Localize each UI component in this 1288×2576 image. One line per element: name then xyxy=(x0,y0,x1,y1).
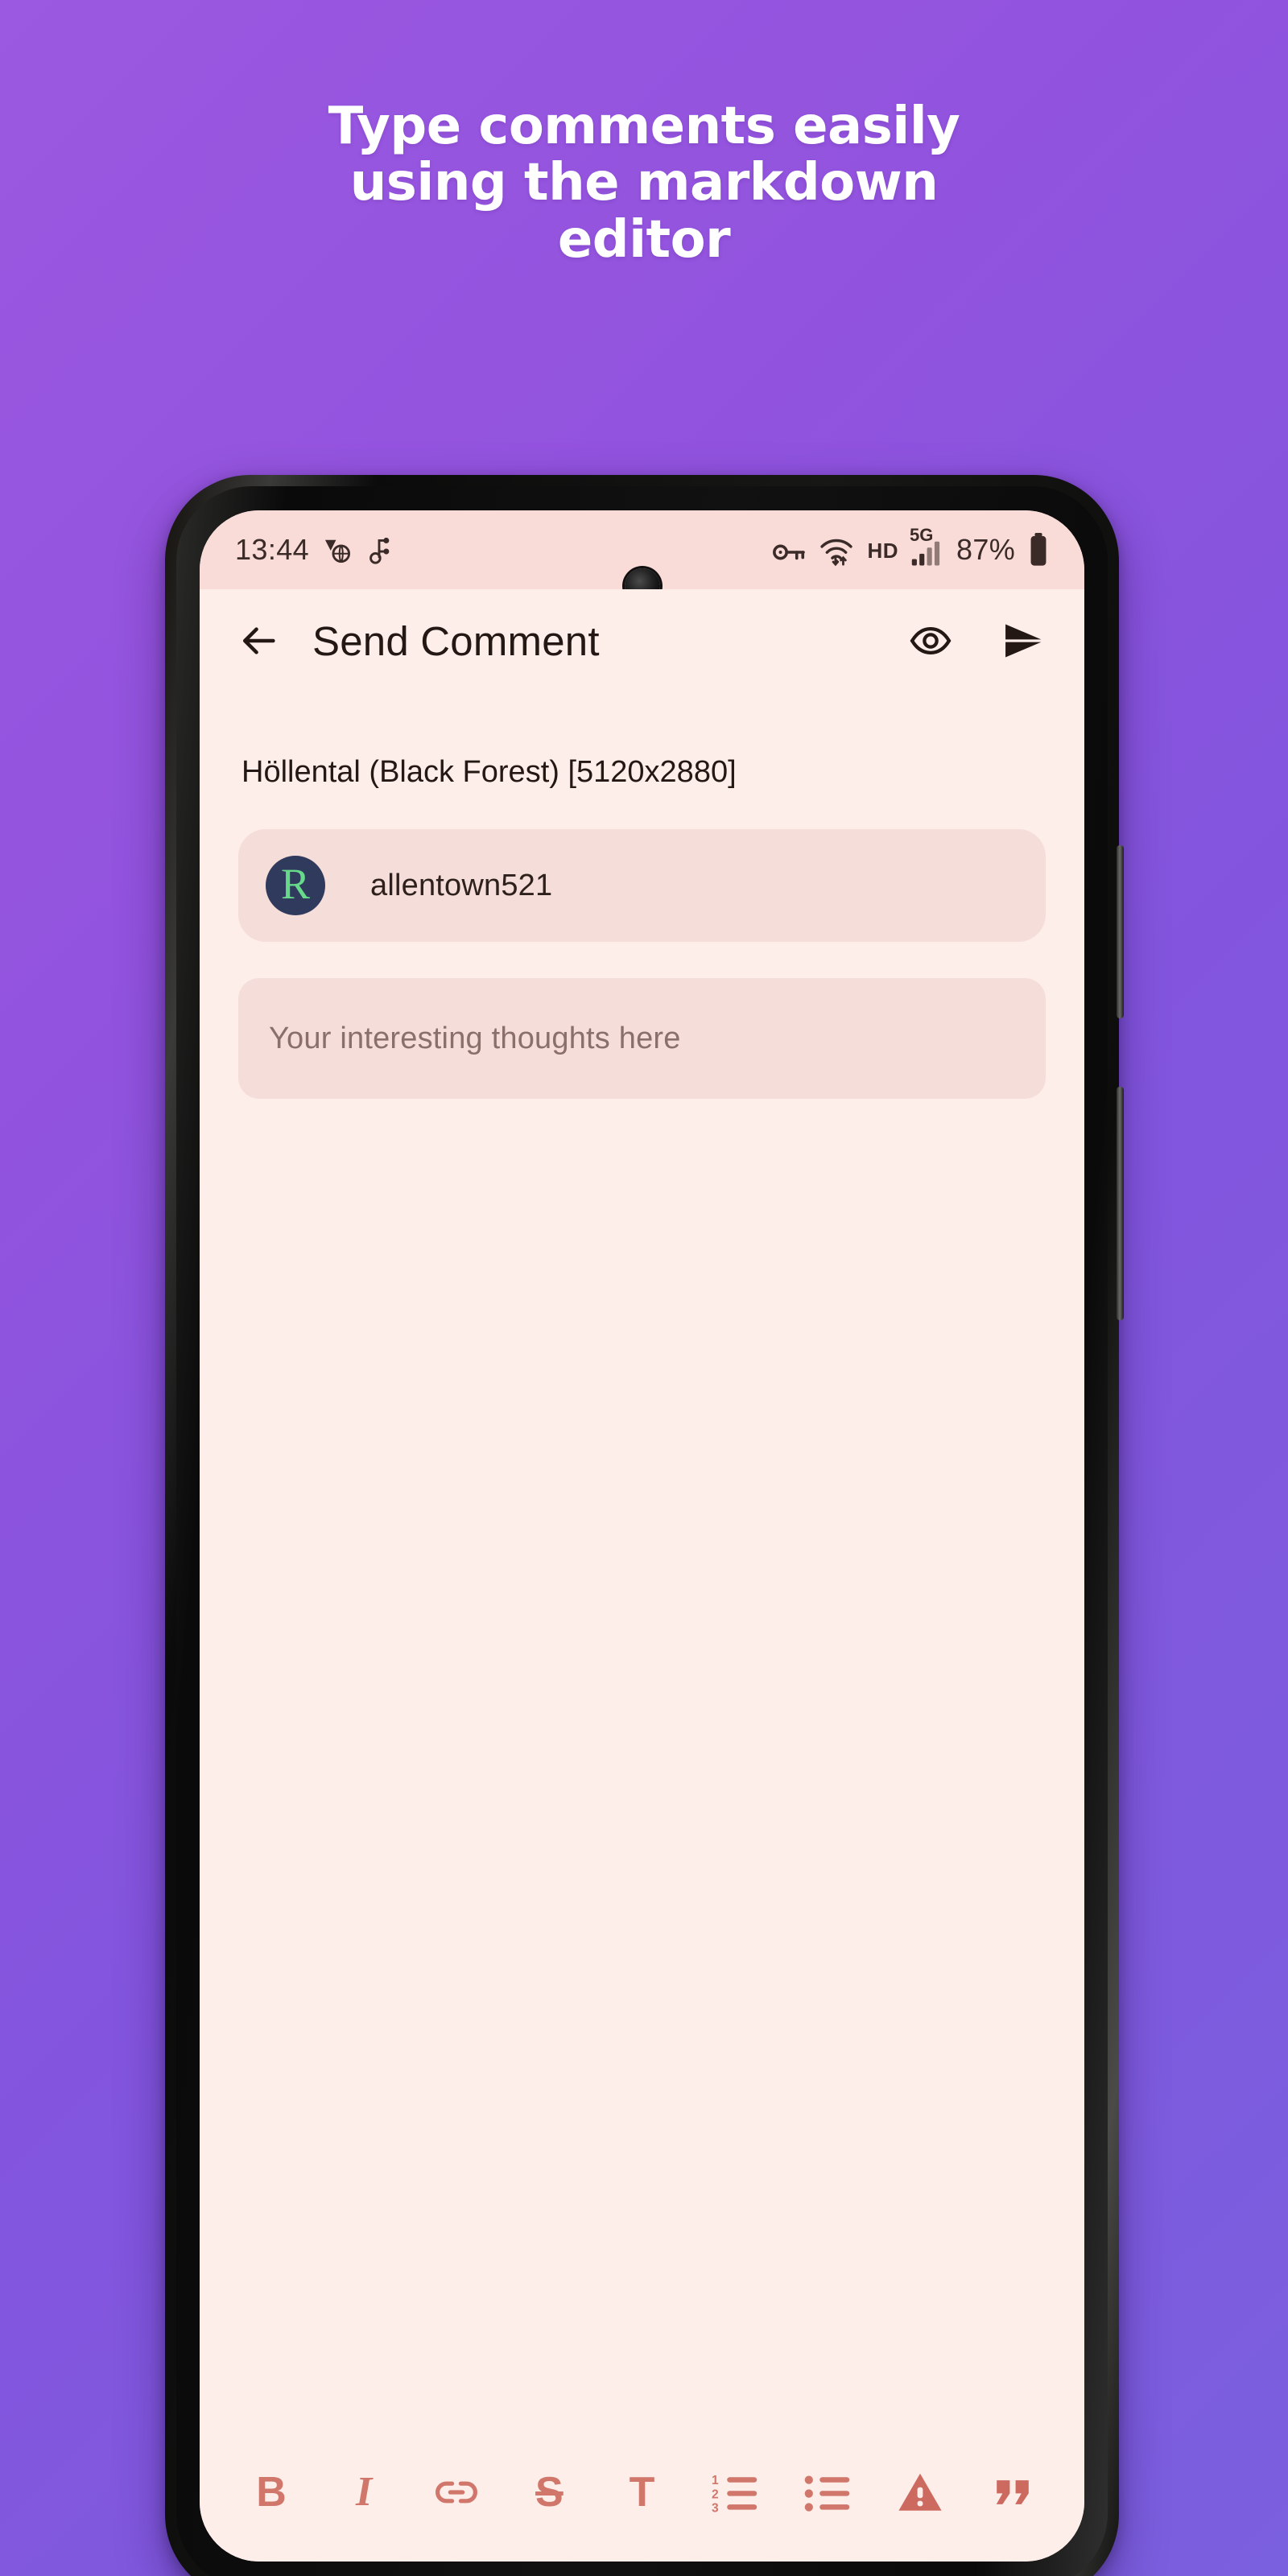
phone-mockup: 13:44 HD 5G 87% Send Comment Höllental (… xyxy=(165,475,1124,2576)
app-bar-actions xyxy=(909,618,1046,663)
comment-input[interactable]: Your interesting thoughts here xyxy=(238,978,1046,1099)
heading-glyph: T xyxy=(629,2469,655,2516)
italic-glyph: I xyxy=(356,2469,373,2515)
bold-icon[interactable]: B xyxy=(237,2458,306,2527)
bold-glyph: B xyxy=(256,2469,287,2516)
bullet-list-icon[interactable] xyxy=(793,2458,862,2527)
screen-content: Höllental (Black Forest) [5120x2880] R a… xyxy=(200,692,1084,2441)
page-title: Send Comment xyxy=(312,617,600,664)
ordered-list-icon[interactable]: 1 2 3 xyxy=(700,2458,770,2527)
vpn-globe-icon xyxy=(322,535,353,565)
strikethrough-glyph: S xyxy=(535,2469,564,2516)
headline-line-1: Type comments easily xyxy=(328,97,960,156)
heading-icon[interactable]: T xyxy=(608,2458,677,2527)
key-icon xyxy=(772,538,806,567)
svg-text:1: 1 xyxy=(712,2474,719,2487)
comment-placeholder: Your interesting thoughts here xyxy=(269,1021,681,1055)
signal-5g-icon: 5G xyxy=(910,525,943,567)
link-icon[interactable] xyxy=(422,2458,491,2527)
promo-headline: Type comments easily using the markdown … xyxy=(0,97,1288,270)
status-bar-right: HD 5G 87% xyxy=(772,525,1049,567)
status-clock: 13:44 xyxy=(235,533,310,566)
svg-text:2: 2 xyxy=(712,2488,719,2502)
battery-percent-label: 87% xyxy=(956,533,1015,566)
hd-icon: HD xyxy=(867,539,898,567)
avatar: R xyxy=(266,856,325,915)
hd-label: HD xyxy=(867,539,899,563)
app-bar: Send Comment xyxy=(200,589,1084,692)
phone-bezel: 13:44 HD 5G 87% Send Comment Höllental (… xyxy=(176,486,1108,2576)
network-type-label: 5G xyxy=(910,525,934,545)
phone-screen: 13:44 HD 5G 87% Send Comment Höllental (… xyxy=(200,510,1084,2562)
phone-side-button-lower[interactable] xyxy=(1117,1087,1124,1320)
wifi-icon xyxy=(819,535,854,567)
username-value: allentown521 xyxy=(370,868,553,902)
headline-line-2: using the markdown xyxy=(349,153,939,213)
promo-stage: Type comments easily using the markdown … xyxy=(0,0,1288,2576)
back-arrow-icon[interactable] xyxy=(238,620,280,662)
post-title: Höllental (Black Forest) [5120x2880] xyxy=(242,755,737,789)
preview-eye-icon[interactable] xyxy=(909,619,952,663)
strikethrough-icon[interactable]: S xyxy=(514,2458,584,2527)
headline-line-3: editor xyxy=(557,209,731,270)
spoiler-warning-icon[interactable] xyxy=(886,2458,955,2527)
send-arrow-icon[interactable] xyxy=(1001,618,1046,663)
svg-text:3: 3 xyxy=(712,2502,719,2514)
blockquote-icon[interactable] xyxy=(978,2458,1047,2527)
username-field[interactable]: R allentown521 xyxy=(238,829,1046,942)
bluetooth-icon xyxy=(365,535,393,565)
markdown-toolbar: B I S T 1 2 3 xyxy=(200,2441,1084,2562)
battery-icon xyxy=(1028,533,1049,567)
status-bar-left: 13:44 xyxy=(235,533,393,567)
phone-side-button-upper[interactable] xyxy=(1117,845,1124,1018)
italic-icon[interactable]: I xyxy=(329,2458,398,2527)
